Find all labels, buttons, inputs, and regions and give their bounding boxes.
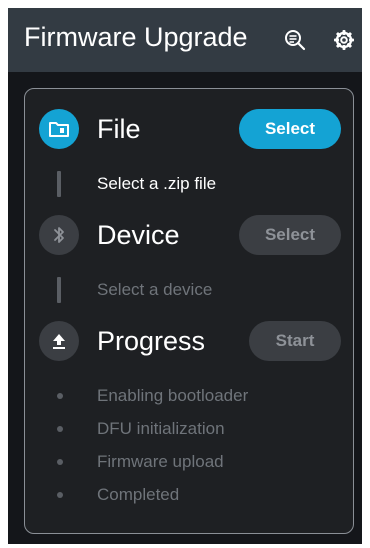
select-device-button[interactable]: Select <box>239 215 341 255</box>
substep-completed: Completed <box>97 485 180 504</box>
app-window: Firmware Upgrade File Select Select a .z… <box>8 8 362 544</box>
substep-dot <box>57 492 63 498</box>
dfu-steps-card: File Select Select a .zip file Device Se… <box>24 88 354 534</box>
device-step-label: Device <box>97 220 180 250</box>
page-title: Firmware Upgrade <box>24 22 248 52</box>
select-file-button[interactable]: Select <box>239 109 341 149</box>
gear-icon[interactable] <box>330 26 358 54</box>
substep-dot <box>57 426 63 432</box>
search-list-icon[interactable] <box>281 26 309 54</box>
folder-icon <box>39 109 79 149</box>
file-step-label: File <box>97 114 141 144</box>
step-connector <box>57 171 61 197</box>
start-button[interactable]: Start <box>249 321 341 361</box>
substep-dot <box>57 393 63 399</box>
upload-icon <box>39 321 79 361</box>
top-app-bar: Firmware Upgrade <box>8 8 362 72</box>
substep-dfu-initialization: DFU initialization <box>97 419 225 438</box>
device-hint: Select a device <box>97 280 213 299</box>
substep-enabling-bootloader: Enabling bootloader <box>97 386 249 405</box>
substep-firmware-upload: Firmware upload <box>97 452 224 471</box>
substep-dot <box>57 459 63 465</box>
progress-step-label: Progress <box>97 326 206 356</box>
file-hint: Select a .zip file <box>97 174 217 193</box>
step-connector <box>57 277 61 303</box>
bluetooth-icon <box>39 215 79 255</box>
